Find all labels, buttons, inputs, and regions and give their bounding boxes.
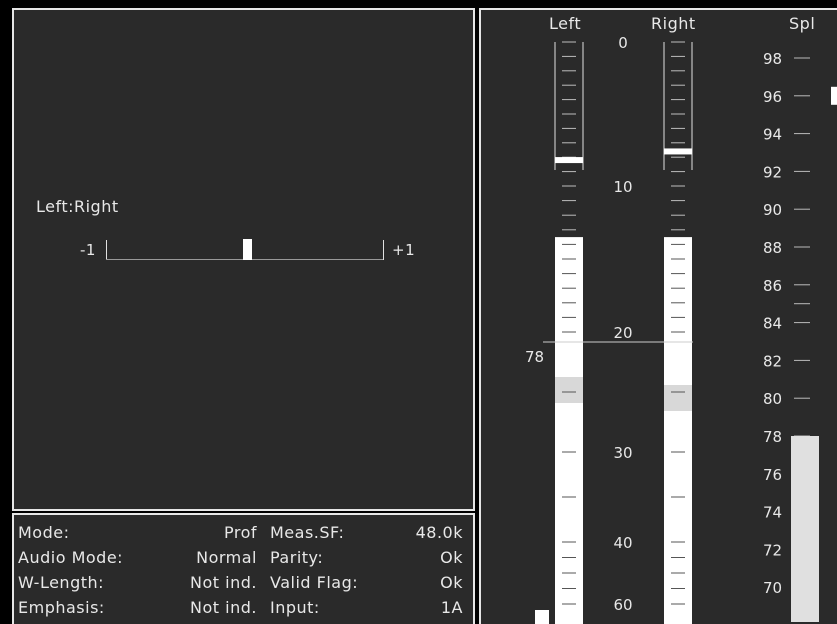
scale-label-30: 30: [613, 444, 632, 462]
valid-flag-value: Ok: [440, 573, 463, 592]
left-overload-marker: [535, 610, 549, 624]
scale-label-40: 40: [613, 534, 632, 552]
audio-mode-value: Normal: [196, 548, 257, 567]
w-length-value: Not ind.: [190, 573, 257, 592]
balance-panel: Left:Right -1 +1: [12, 8, 475, 511]
balance-min-label: -1: [80, 241, 96, 259]
balance-indicator: [242, 239, 252, 260]
spl-peak-marker: [831, 86, 837, 105]
balance-scale-right-tick: [383, 240, 384, 260]
spl-scale-label-92: 92: [763, 163, 782, 181]
spl-scale-label-82: 82: [763, 352, 782, 370]
scale-label-20: 20: [613, 324, 632, 342]
balance-scale-left-tick: [106, 240, 107, 260]
spl-scale-label-84: 84: [763, 315, 782, 333]
spl-scale-label-78: 78: [763, 428, 782, 446]
status-panel: Mode: Prof Meas.SF: 48.0k Audio Mode: No…: [12, 513, 475, 624]
spl-scale-label-98: 98: [763, 50, 782, 68]
left-reference-band: [555, 377, 583, 403]
audio-mode-label: Audio Mode:: [18, 548, 124, 567]
meters-graphic: 0 10 20 30 40 60 78 98 96 94 92 90 88 86 84 82 80 78 76 74 7…: [525, 34, 837, 624]
meters-panel: 0 10 20 30 40 60 78 98 96 94 92 90 88 86 84 82 80 78 76 74 7…: [479, 8, 837, 624]
emphasis-label: Emphasis:: [18, 598, 105, 617]
spl-scale-label-76: 76: [763, 466, 782, 484]
left-level-bar: [555, 237, 583, 624]
spl-scale-label-96: 96: [763, 88, 782, 106]
spl-scale-label-74: 74: [763, 504, 782, 522]
meas-sf-label: Meas.SF:: [270, 523, 345, 542]
spl-label: Spl: [789, 14, 816, 33]
spl-scale-label-90: 90: [763, 201, 782, 219]
w-length-label: W-Length:: [18, 573, 105, 592]
left-peak-hold: [555, 157, 583, 164]
spl-scale-label-72: 72: [763, 541, 782, 559]
meas-sf-value: 48.0k: [415, 523, 463, 542]
spl-scale-label-88: 88: [763, 239, 782, 257]
input-value: 1A: [440, 598, 463, 617]
right-level-bar: [664, 237, 692, 624]
mode-label: Mode:: [18, 523, 70, 542]
balance-max-label: +1: [392, 241, 416, 259]
scale-label-60: 60: [613, 596, 632, 614]
spl-scale-label-86: 86: [763, 277, 782, 295]
scale-label-0: 0: [618, 34, 628, 52]
input-label: Input:: [270, 598, 320, 617]
scale-label-10: 10: [613, 178, 632, 196]
spl-scale-label-70: 70: [763, 579, 782, 597]
spl-scale-label-80: 80: [763, 390, 782, 408]
spl-level-bar: [791, 436, 819, 622]
emphasis-value: Not ind.: [190, 598, 257, 617]
right-reference-band: [664, 385, 692, 411]
parity-value: Ok: [440, 548, 463, 567]
right-channel-label: Right: [651, 14, 696, 33]
balance-title: Left:Right: [36, 197, 119, 216]
parity-label: Parity:: [270, 548, 324, 567]
left-channel-label: Left: [549, 14, 582, 33]
right-peak-hold: [664, 148, 692, 155]
reference-label: 78: [525, 348, 544, 366]
spl-scale-label-94: 94: [763, 126, 782, 144]
mode-value: Prof: [223, 523, 257, 542]
valid-flag-label: Valid Flag:: [270, 573, 359, 592]
